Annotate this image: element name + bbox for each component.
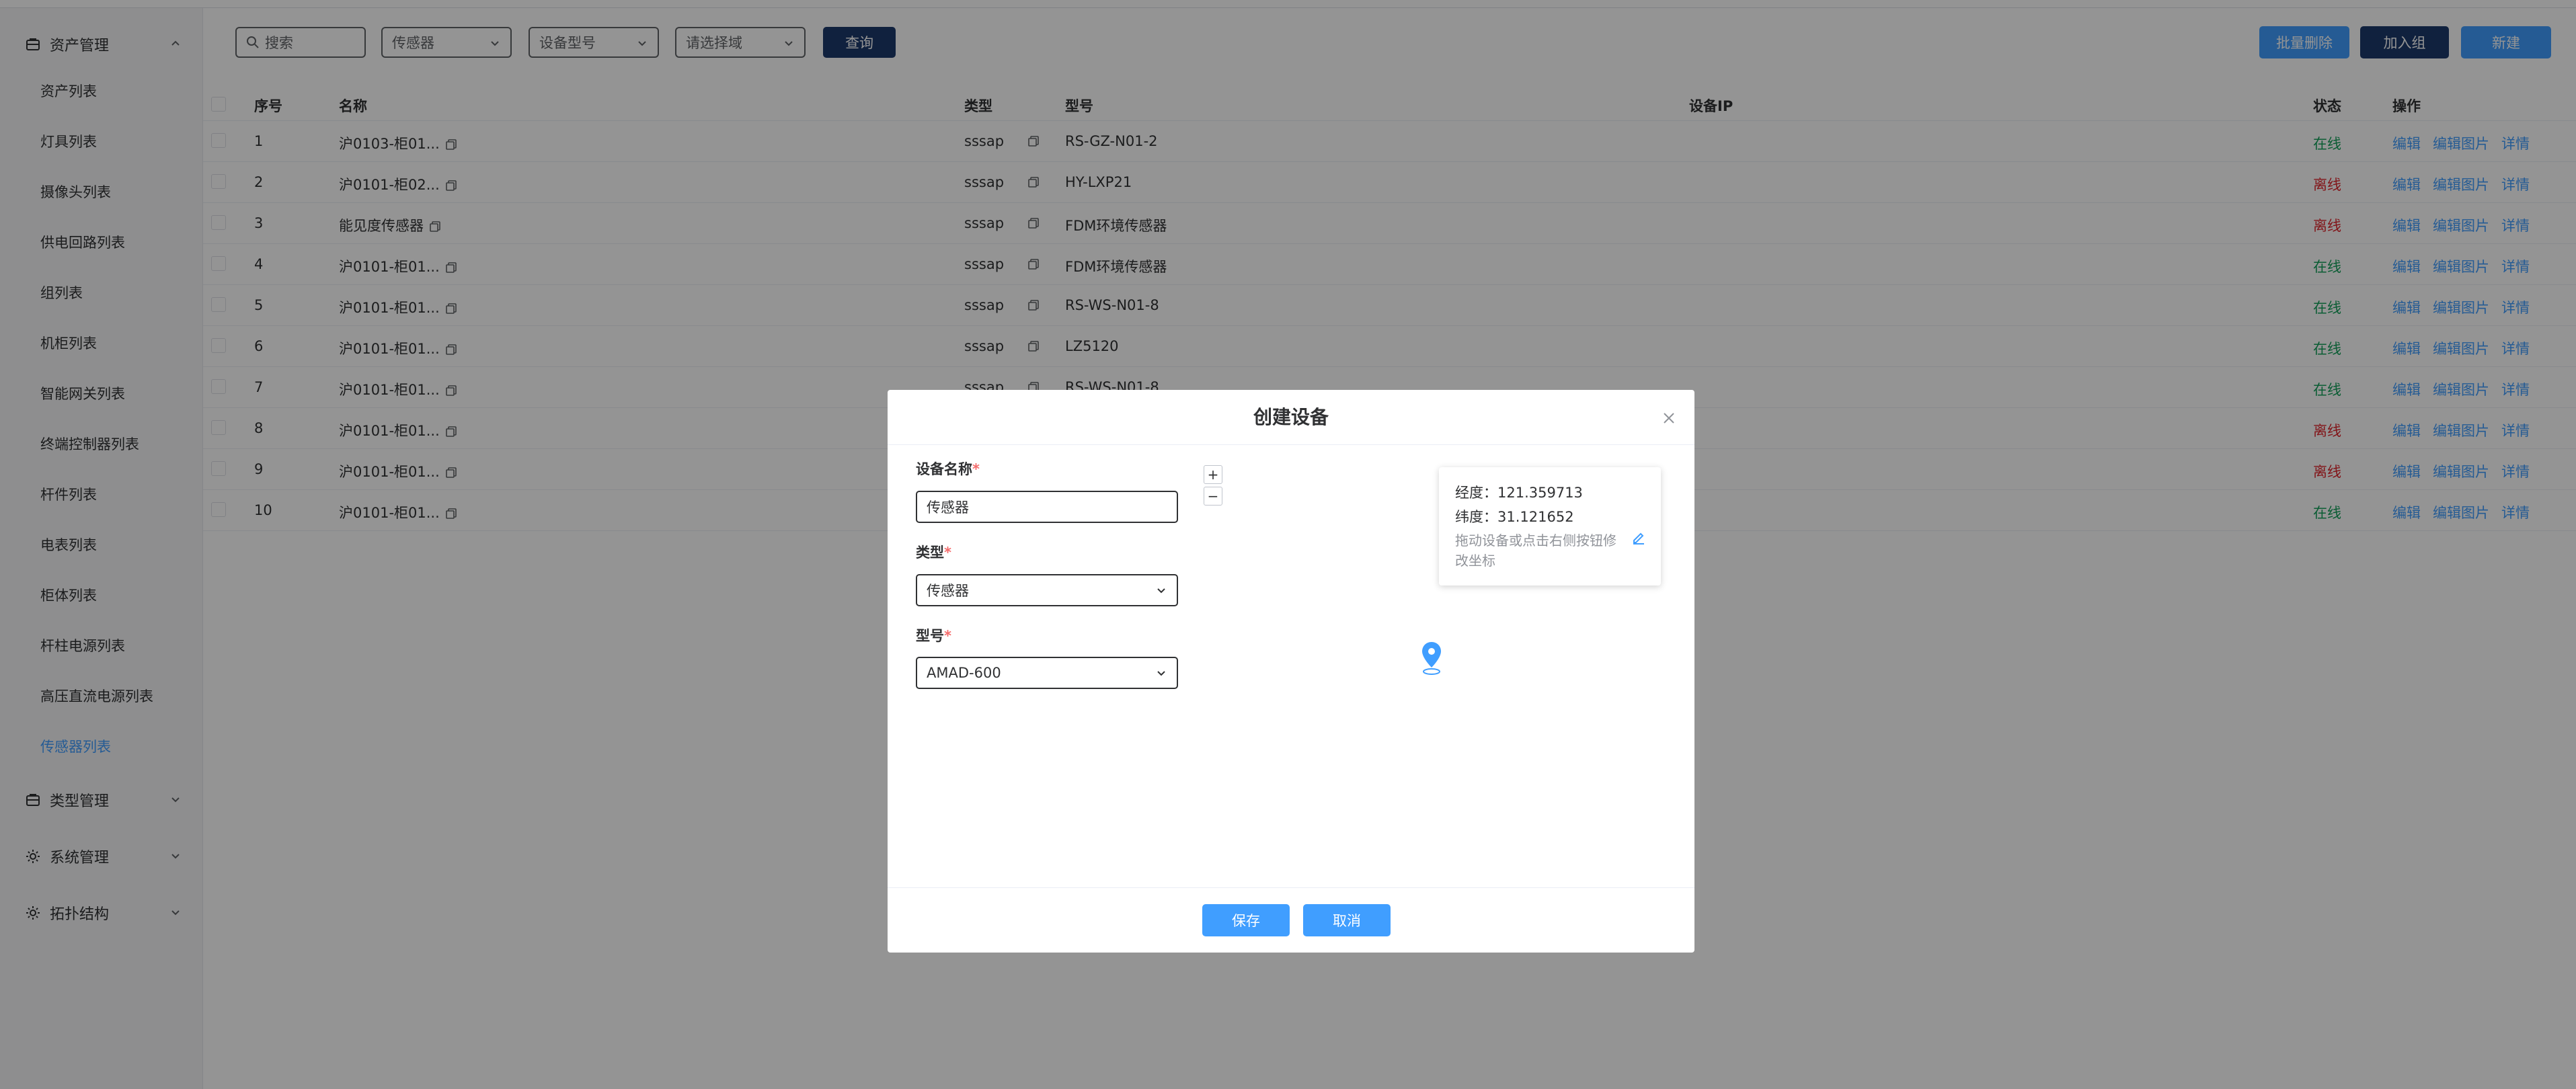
coordinate-hint: 拖动设备或点击右侧按钮修改坐标: [1455, 532, 1616, 569]
close-icon[interactable]: [1662, 411, 1676, 425]
model-label: 型号*: [916, 625, 951, 645]
model-select[interactable]: AMAD-600: [916, 657, 1178, 689]
edit-icon[interactable]: [1631, 530, 1646, 545]
save-button[interactable]: 保存: [1202, 904, 1290, 936]
model-label-text: 型号: [916, 628, 944, 644]
device-name-input[interactable]: 传感器: [916, 491, 1178, 523]
longitude-line: 经度：121.359713: [1455, 481, 1645, 505]
dialog-footer: 保存 取消: [888, 887, 1694, 953]
zoom-out-button[interactable]: −: [1204, 487, 1222, 506]
required-mark: *: [972, 461, 980, 477]
cancel-button[interactable]: 取消: [1303, 904, 1391, 936]
latitude-value: 31.121652: [1497, 509, 1574, 525]
chevron-down-icon: [1157, 588, 1165, 594]
required-mark: *: [944, 628, 951, 644]
device-name-label: 设备名称*: [916, 458, 980, 479]
device-name-label-text: 设备名称: [916, 461, 972, 477]
model-select-value: AMAD-600: [927, 665, 1001, 681]
type-select-value: 传感器: [927, 583, 969, 599]
longitude-label: 经度：: [1455, 485, 1497, 501]
zoom-in-button[interactable]: +: [1204, 465, 1222, 484]
device-name-value: 传感器: [927, 499, 969, 516]
dialog-title: 创建设备: [888, 390, 1694, 445]
type-label: 类型*: [916, 542, 951, 562]
type-label-text: 类型: [916, 544, 944, 561]
coordinate-card: 经度：121.359713 纬度：31.121652 拖动设备或点击右侧按钮修改…: [1439, 467, 1661, 586]
latitude-label: 纬度：: [1455, 509, 1497, 525]
required-mark: *: [944, 544, 951, 561]
longitude-value: 121.359713: [1497, 485, 1583, 501]
type-select[interactable]: 传感器: [916, 574, 1178, 606]
location-pin-icon[interactable]: [1419, 641, 1444, 676]
chevron-down-icon: [1157, 671, 1165, 676]
create-device-dialog: 创建设备 设备名称* 传感器 类型* 传感器 型号* AMAD-600 + − …: [888, 390, 1694, 953]
latitude-line: 纬度：31.121652: [1455, 505, 1645, 529]
